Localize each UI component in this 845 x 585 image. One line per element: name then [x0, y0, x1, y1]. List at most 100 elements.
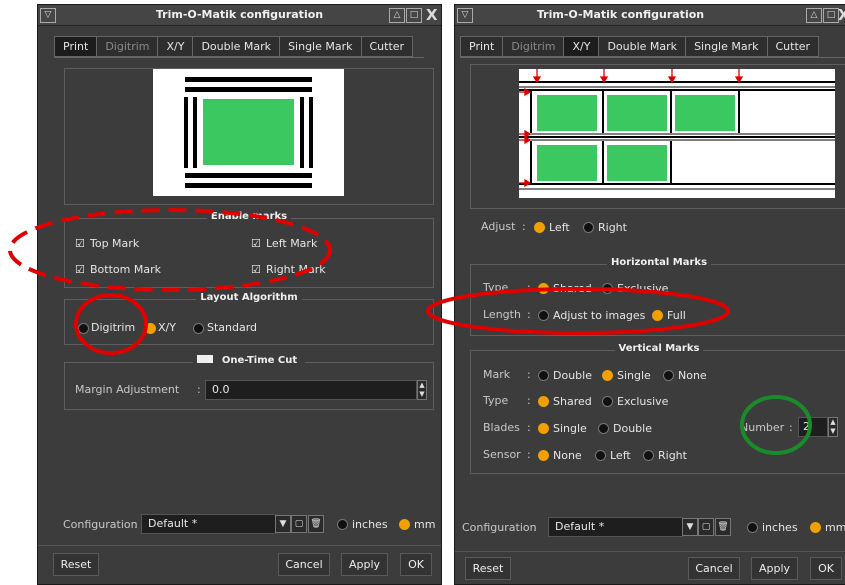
v-sensor-right-label[interactable]: Right	[658, 449, 687, 462]
v-blades-double-label[interactable]: Double	[613, 422, 652, 435]
title-bar[interactable]: ▽ Trim-O-Matik configuration △ □ X	[38, 5, 441, 26]
layout-xy-radio[interactable]	[145, 323, 156, 334]
dropdown-icon[interactable]: ▼	[682, 518, 698, 536]
adjust-left-radio[interactable]	[534, 222, 545, 233]
bottom-mark-label[interactable]: Bottom Mark	[90, 263, 161, 276]
v-type-shared-radio[interactable]	[538, 396, 549, 407]
adjust-right-radio[interactable]	[583, 222, 594, 233]
tab-cutter[interactable]: Cutter	[766, 36, 820, 57]
unit-inches-radio[interactable]	[747, 522, 758, 533]
tab-double-mark[interactable]: Double Mark	[598, 36, 687, 57]
spin-arrows-icon[interactable]: ▲ ▼	[828, 417, 838, 437]
apply-button[interactable]: Apply	[751, 557, 798, 580]
layout-algorithm-group: Layout Algorithm Digitrim X/Y Standard	[64, 292, 434, 345]
tab-double-mark[interactable]: Double Mark	[192, 36, 281, 57]
v-type-shared-label[interactable]: Shared	[553, 395, 592, 408]
tab-cutter[interactable]: Cutter	[360, 36, 414, 57]
left-config-window: ▽ Trim-O-Matik configuration △ □ X Print…	[37, 4, 442, 585]
xy-preview-graphic	[517, 69, 835, 190]
close-icon[interactable]: X	[838, 6, 845, 24]
v-sensor-none-radio[interactable]	[538, 450, 549, 461]
tab-print[interactable]: Print	[460, 36, 504, 57]
v-sensor-left-label[interactable]: Left	[610, 449, 631, 462]
configuration-select[interactable]: Default *	[141, 514, 276, 534]
h-length-adjust-radio[interactable]	[538, 310, 549, 321]
v-sensor-left-radio[interactable]	[595, 450, 606, 461]
tab-digitrim[interactable]: Digitrim	[502, 36, 565, 57]
h-length-full-label[interactable]: Full	[667, 309, 686, 322]
image-area	[203, 99, 294, 165]
reset-button[interactable]: Reset	[53, 553, 99, 576]
v-blades-single-label[interactable]: Single	[553, 422, 587, 435]
apply-button[interactable]: Apply	[341, 553, 388, 576]
checkbox-checked-icon[interactable]: ☑	[251, 237, 261, 250]
tab-xy[interactable]: X/Y	[157, 36, 194, 57]
reset-button[interactable]: Reset	[465, 557, 511, 580]
title-bar[interactable]: ▽ Trim-O-Matik configuration △ □ X	[455, 5, 845, 26]
cancel-button[interactable]: Cancel	[688, 557, 740, 580]
v-mark-none-radio[interactable]	[663, 370, 674, 381]
top-mark-label[interactable]: Top Mark	[90, 237, 139, 250]
close-icon[interactable]: X	[426, 6, 438, 24]
configuration-select[interactable]: Default *	[548, 517, 683, 537]
right-mark-label[interactable]: Right Mark	[266, 263, 326, 276]
tab-xy[interactable]: X/Y	[563, 36, 600, 57]
trash-icon[interactable]: 🗑	[308, 515, 324, 533]
cancel-button[interactable]: Cancel	[278, 553, 330, 576]
v-mark-single-radio[interactable]	[602, 370, 613, 381]
vertical-marks-group: Vertical Marks Mark : Double Single None…	[470, 343, 845, 474]
trash-icon[interactable]: 🗑	[715, 518, 731, 536]
tab-print[interactable]: Print	[54, 36, 98, 57]
unit-mm-label[interactable]: mm	[414, 518, 435, 531]
maximize-icon[interactable]: □	[823, 8, 839, 23]
layout-standard-label[interactable]: Standard	[207, 321, 257, 334]
tab-single-mark[interactable]: Single Mark	[685, 36, 768, 57]
ok-button[interactable]: OK	[400, 553, 432, 576]
v-sensor-none-label[interactable]: None	[553, 449, 582, 462]
checkbox-checked-icon[interactable]: ☑	[75, 263, 85, 276]
v-blades-single-radio[interactable]	[538, 423, 549, 434]
spin-arrows-icon[interactable]: ▲ ▼	[417, 380, 427, 400]
v-mark-none-label[interactable]: None	[678, 369, 707, 382]
v-mark-double-label[interactable]: Double	[553, 369, 592, 382]
v-type-exclusive-radio[interactable]	[602, 396, 613, 407]
new-config-icon[interactable]: ▢	[291, 515, 307, 533]
v-mark-single-label[interactable]: Single	[617, 369, 651, 382]
layout-digitrim-radio[interactable]	[78, 323, 89, 334]
v-mark-double-radio[interactable]	[538, 370, 549, 381]
layout-xy-label[interactable]: X/Y	[158, 321, 176, 334]
dropdown-icon[interactable]: ▼	[275, 515, 291, 533]
checkbox-checked-icon[interactable]: ☑	[251, 263, 261, 276]
v-type-exclusive-label[interactable]: Exclusive	[617, 395, 668, 408]
ok-button[interactable]: OK	[810, 557, 842, 580]
layout-digitrim-label[interactable]: Digitrim	[91, 321, 135, 334]
shade-icon[interactable]: △	[389, 8, 405, 23]
v-number-input[interactable]: 2	[798, 417, 828, 437]
unit-inches-radio[interactable]	[337, 519, 348, 530]
v-sensor-right-radio[interactable]	[643, 450, 654, 461]
shade-icon[interactable]: △	[806, 8, 822, 23]
v-blades-double-radio[interactable]	[598, 423, 609, 434]
adjust-left-label[interactable]: Left	[549, 221, 570, 234]
h-type-shared-label[interactable]: Shared	[553, 282, 592, 295]
h-length-adjust-label[interactable]: Adjust to images	[553, 309, 645, 322]
new-config-icon[interactable]: ▢	[698, 518, 714, 536]
left-mark-label[interactable]: Left Mark	[266, 237, 317, 250]
one-time-cut-checkbox[interactable]	[196, 355, 213, 363]
layout-standard-radio[interactable]	[193, 323, 204, 334]
unit-mm-label[interactable]: mm	[825, 521, 845, 534]
unit-mm-radio[interactable]	[399, 519, 410, 530]
unit-mm-radio[interactable]	[810, 522, 821, 533]
unit-inches-label[interactable]: inches	[762, 521, 798, 534]
h-length-full-radio[interactable]	[652, 310, 663, 321]
adjust-right-label[interactable]: Right	[598, 221, 627, 234]
h-type-shared-radio[interactable]	[538, 283, 549, 294]
h-type-exclusive-radio[interactable]	[602, 283, 613, 294]
unit-inches-label[interactable]: inches	[352, 518, 388, 531]
tab-single-mark[interactable]: Single Mark	[279, 36, 362, 57]
checkbox-checked-icon[interactable]: ☑	[75, 237, 85, 250]
margin-adjustment-input[interactable]: 0.0	[205, 380, 417, 400]
tab-digitrim[interactable]: Digitrim	[96, 36, 159, 57]
h-type-exclusive-label[interactable]: Exclusive	[617, 282, 668, 295]
maximize-icon[interactable]: □	[406, 8, 422, 23]
